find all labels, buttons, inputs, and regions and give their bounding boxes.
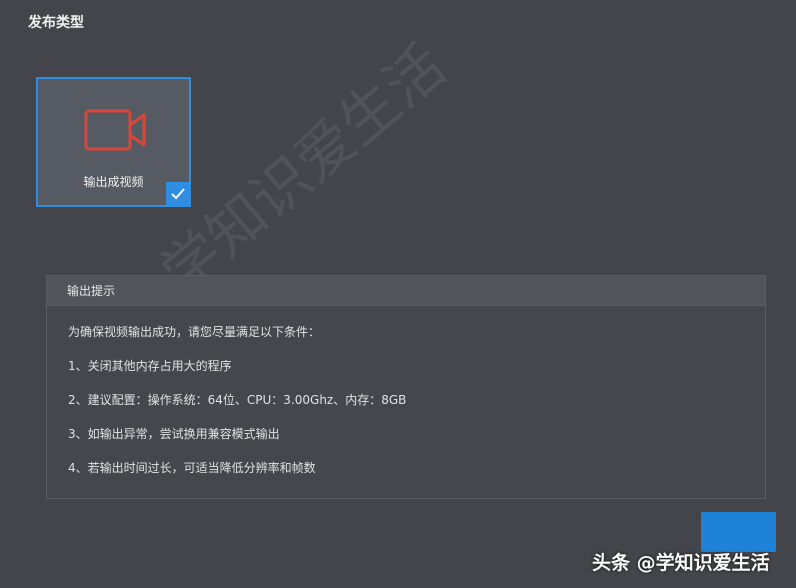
tips-body: 为确保视频输出成功，请您尽量满足以下条件： 1、关闭其他内存占用大的程序 2、建… <box>47 306 765 493</box>
tips-item: 3、如输出异常，尝试换用兼容模式输出 <box>68 427 280 441</box>
section-title: 发布类型 <box>28 15 84 31</box>
selected-check-icon <box>166 182 191 207</box>
tips-intro: 为确保视频输出成功，请您尽量满足以下条件： <box>68 325 321 339</box>
tips-item: 4、若输出时间过长，可适当降低分辨率和帧数 <box>68 461 316 475</box>
video-camera-icon <box>84 109 146 151</box>
output-tips-panel: 输出提示 为确保视频输出成功，请您尽量满足以下条件： 1、关闭其他内存占用大的程… <box>46 275 766 499</box>
tips-item: 1、关闭其他内存占用大的程序 <box>68 359 232 373</box>
confirm-button[interactable] <box>701 512 776 552</box>
footer-credit: 头条 @学知识爱生活 <box>592 552 770 574</box>
tips-header: 输出提示 <box>47 276 765 306</box>
publish-type-video-card[interactable]: 输出成视频 <box>36 77 191 207</box>
tips-item: 2、建议配置：操作系统：64位、CPU：3.00Ghz、内存：8GB <box>68 393 407 407</box>
